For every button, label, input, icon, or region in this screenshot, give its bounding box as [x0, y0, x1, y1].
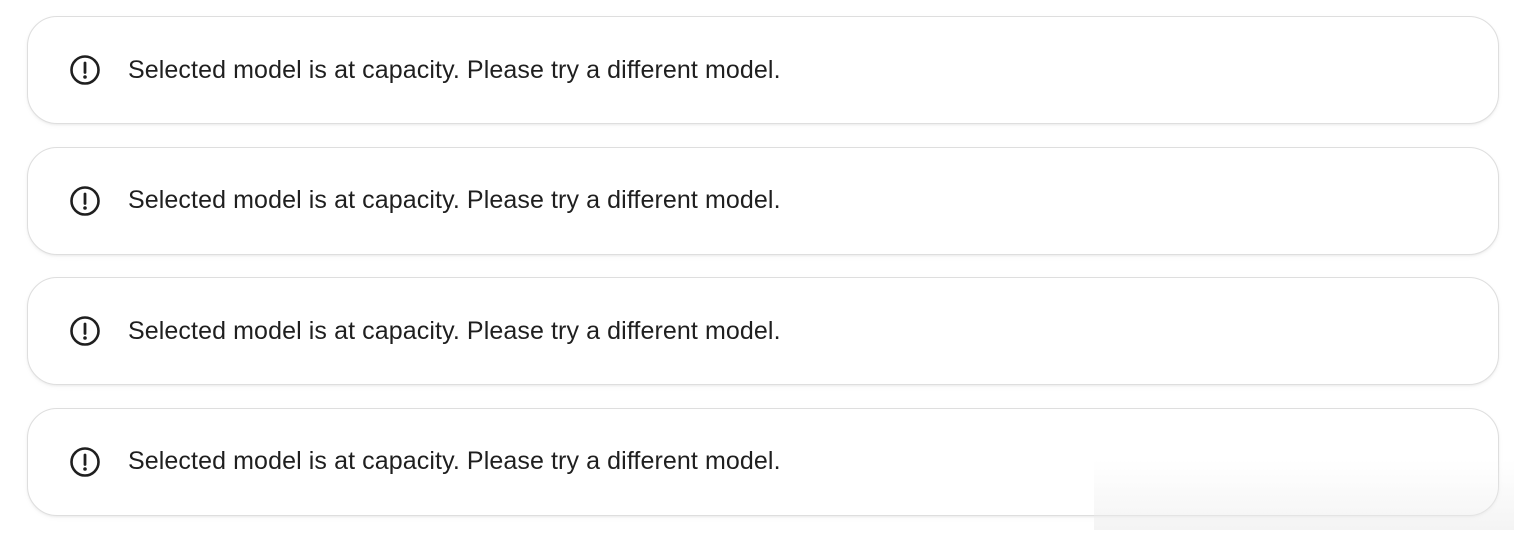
alert-list: Selected model is at capacity. Please tr… — [27, 16, 1499, 538]
error-alert: Selected model is at capacity. Please tr… — [27, 407, 1499, 516]
alert-circle-icon — [69, 185, 101, 217]
alert-message: Selected model is at capacity. Please tr… — [128, 186, 781, 214]
alert-circle-icon — [69, 315, 101, 347]
error-alert: Selected model is at capacity. Please tr… — [27, 146, 1499, 255]
alert-message: Selected model is at capacity. Please tr… — [128, 316, 781, 345]
alert-message: Selected model is at capacity. Please tr… — [128, 55, 781, 84]
alert-message: Selected model is at capacity. Please tr… — [128, 447, 781, 475]
error-alert: Selected model is at capacity. Please tr… — [27, 277, 1499, 385]
alert-circle-icon — [69, 446, 101, 478]
error-alert: Selected model is at capacity. Please tr… — [27, 16, 1499, 124]
alert-circle-icon — [69, 54, 101, 86]
